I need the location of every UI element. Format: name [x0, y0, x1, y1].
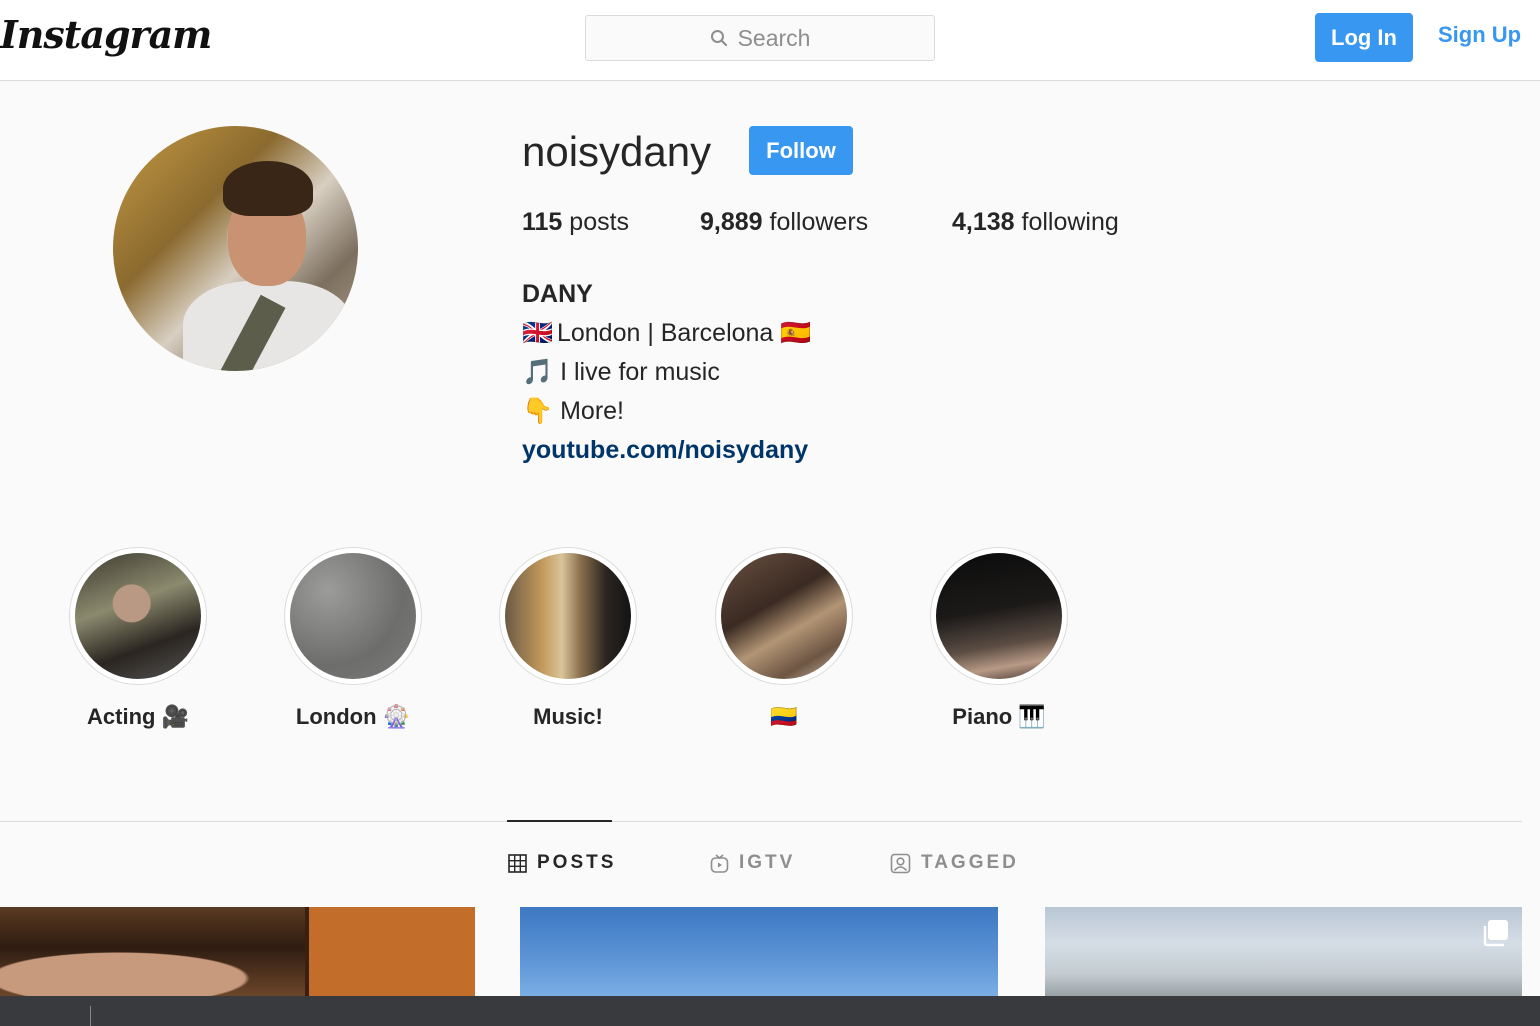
post-thumbnail[interactable] — [1045, 907, 1522, 996]
spain-flag-icon: 🇪🇸 — [780, 319, 812, 347]
search-placeholder: Search — [737, 24, 811, 51]
bottom-system-bar — [0, 996, 1540, 1026]
post-thumbnail[interactable] — [0, 907, 475, 996]
profile-username: noisydany — [522, 128, 712, 175]
tab-tagged[interactable]: TAGGED — [890, 852, 1019, 874]
highlight-label: London 🎡 — [295, 704, 411, 729]
search-icon — [710, 29, 728, 47]
bio-line-location: 🇬🇧 London | Barcelona 🇪🇸 — [522, 314, 811, 353]
bio-more-text: More! — [560, 397, 624, 425]
avatar-hair — [223, 161, 313, 216]
highlight-cover — [290, 553, 416, 679]
active-tab-indicator — [507, 820, 612, 822]
post-image-background — [305, 907, 475, 996]
highlight-london[interactable]: London 🎡 — [283, 547, 423, 730]
highlight-label: Music! — [533, 704, 603, 729]
bar-separator — [90, 1006, 91, 1026]
bio-line-more: 👇 More! — [522, 392, 811, 431]
highlight-music[interactable]: Music! — [498, 547, 638, 730]
tagged-icon — [890, 853, 911, 874]
stat-posts: 115 posts — [522, 208, 629, 237]
profile-full-name: DANY — [522, 280, 593, 308]
grid-icon — [508, 853, 527, 873]
post-thumbnail[interactable] — [520, 907, 998, 996]
stat-followers[interactable]: 9,889 followers — [700, 208, 868, 237]
bio-location-text: London | Barcelona — [556, 319, 774, 347]
posts-count: 115 — [522, 208, 563, 236]
highlight-ring — [715, 547, 853, 685]
posts-label: posts — [569, 208, 630, 236]
stat-following[interactable]: 4,138 following — [952, 208, 1119, 237]
tabs-divider — [0, 821, 1522, 822]
tab-label: TAGGED — [921, 852, 1019, 873]
instagram-logo[interactable]: Instagram — [0, 12, 212, 57]
profile-avatar[interactable] — [113, 126, 358, 371]
highlight-acting[interactable]: Acting 🎥 — [68, 547, 208, 730]
following-label: following — [1021, 208, 1119, 236]
tab-posts[interactable]: POSTS — [508, 852, 616, 874]
music-note-icon: 🎵 — [522, 358, 554, 386]
pointing-down-icon: 👇 — [522, 397, 554, 425]
tab-label: IGTV — [739, 852, 796, 873]
highlight-cover — [936, 553, 1062, 679]
highlight-cover — [721, 553, 847, 679]
igtv-icon — [710, 853, 729, 873]
following-count: 4,138 — [952, 208, 1015, 236]
highlight-cover — [75, 553, 201, 679]
signup-link[interactable]: Sign Up — [1438, 22, 1521, 48]
follow-button[interactable]: Follow — [749, 126, 853, 175]
highlight-cover — [505, 553, 631, 679]
search-input[interactable]: Search — [585, 15, 935, 61]
highlight-label: Acting 🎥 — [87, 704, 189, 729]
bio-line-music: 🎵 I live for music — [522, 353, 811, 392]
top-navbar: Instagram Search Log In Sign Up — [0, 0, 1540, 81]
bio-website-link[interactable]: youtube.com/noisydany — [522, 431, 811, 470]
highlight-label: 🇨🇴 — [770, 704, 798, 729]
highlight-label: Piano 🎹 — [952, 704, 1046, 729]
bio-music-text: I live for music — [560, 358, 720, 386]
highlight-ring — [930, 547, 1068, 685]
tab-igtv[interactable]: IGTV — [710, 852, 795, 874]
highlight-ring — [69, 547, 207, 685]
login-button[interactable]: Log In — [1315, 13, 1413, 62]
highlight-colombia[interactable]: 🇨🇴 — [714, 547, 854, 730]
highlight-ring — [499, 547, 637, 685]
carousel-icon — [1482, 919, 1510, 952]
uk-flag-icon: 🇬🇧 — [522, 319, 554, 347]
followers-count: 9,889 — [700, 208, 763, 236]
highlight-ring — [284, 547, 422, 685]
tab-label: POSTS — [537, 852, 617, 873]
followers-label: followers — [769, 208, 869, 236]
highlight-piano[interactable]: Piano 🎹 — [929, 547, 1069, 730]
profile-bio: DANY 🇬🇧 London | Barcelona 🇪🇸 🎵 I live f… — [522, 275, 811, 470]
